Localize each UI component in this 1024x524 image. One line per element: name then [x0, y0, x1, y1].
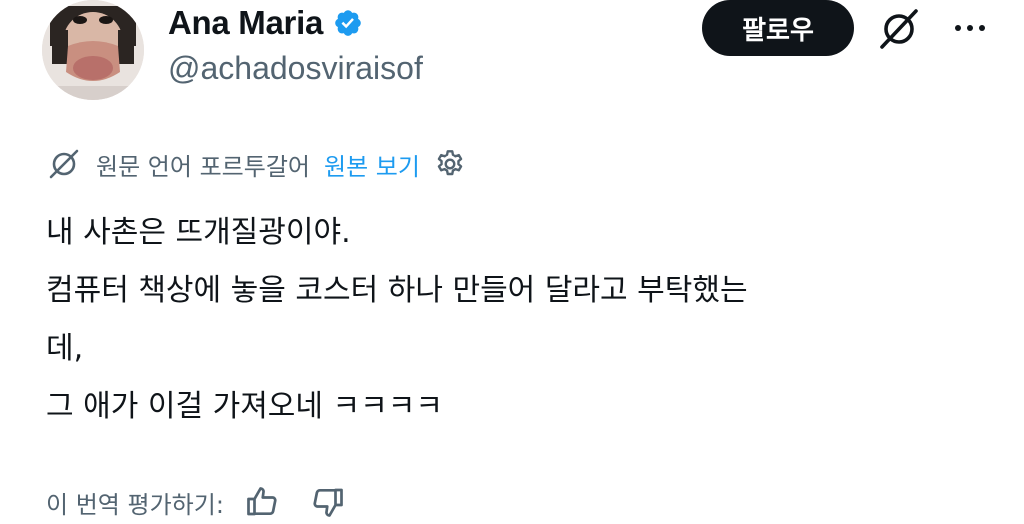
dot	[955, 25, 961, 31]
dot	[967, 25, 973, 31]
rate-translation-label: 이 번역 평가하기:	[46, 490, 224, 519]
tweet-line: 그 애가 이걸 가져오네 ㅋㅋㅋㅋ	[46, 389, 443, 424]
avatar-image	[42, 0, 144, 100]
translation-bar: 원문 언어 포르투갈어 원본 보기	[46, 144, 466, 184]
tweet-text: 내 사촌은 뜨개질광이야. 컴퓨터 책상에 놓을 코스터 하나 만들어 달라고 …	[46, 204, 986, 436]
translation-source-note: 원문 언어 포르투갈어	[96, 152, 310, 181]
grok-translate-icon	[46, 146, 82, 182]
tweet-line: 내 사촌은 뜨개질광이야.	[46, 215, 351, 250]
follow-button[interactable]: 팔로우	[702, 0, 854, 56]
more-dots-icon[interactable]	[948, 8, 992, 48]
author-name-row: Ana Maria	[168, 0, 363, 46]
dot	[979, 25, 985, 31]
view-original-link[interactable]: 원본 보기	[324, 147, 420, 182]
thumbs-up-icon[interactable]	[244, 484, 280, 520]
author-handle[interactable]: @achadosviraisof	[168, 50, 423, 87]
author-display-name[interactable]: Ana Maria	[168, 4, 323, 42]
thumbs-down-icon[interactable]	[310, 484, 346, 520]
verified-badge-icon[interactable]	[333, 8, 363, 38]
avatar[interactable]	[42, 0, 144, 100]
grok-icon[interactable]	[876, 6, 922, 52]
gear-icon[interactable]	[434, 148, 466, 180]
tweet-line: 데,	[46, 331, 84, 366]
tweet-line: 컴퓨터 책상에 놓을 코스터 하나 만들어 달라고 부탁했는	[46, 273, 748, 308]
translation-rating: 이 번역 평가하기:	[46, 480, 346, 524]
